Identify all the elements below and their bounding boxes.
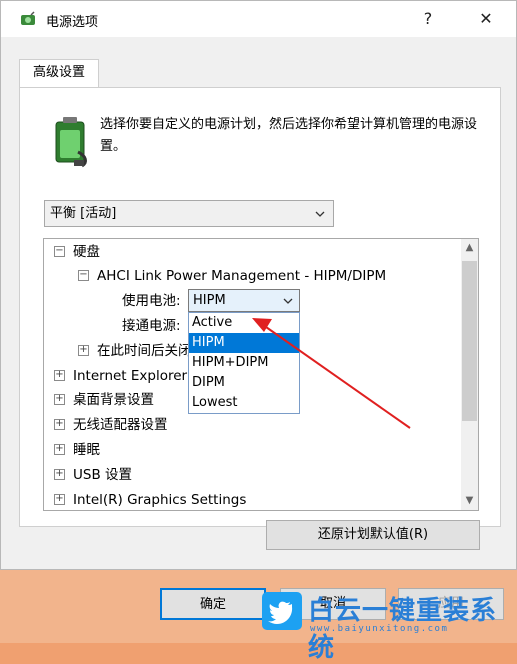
power-plan-value: 平衡 [活动] [50, 206, 117, 221]
help-button[interactable]: ? [405, 1, 451, 37]
chevron-down-icon [315, 211, 325, 217]
description-text: 选择你要自定义的电源计划，然后选择你希望计算机管理的电源设置。 [100, 117, 478, 154]
scrollbar-thumb[interactable] [462, 261, 477, 421]
tree-item-desktop-background[interactable]: + 桌面背景设置 [54, 389, 154, 411]
battery-setting-select[interactable]: HIPM [188, 289, 300, 312]
expand-icon[interactable]: + [54, 443, 65, 455]
window-title: 电源选项 [46, 15, 99, 30]
advanced-settings-panel: 选择你要自定义的电源计划，然后选择你希望计算机管理的电源设置。 平衡 [活动] … [19, 87, 501, 550]
expand-icon[interactable]: + [54, 369, 65, 381]
scroll-down-icon[interactable]: ▼ [461, 492, 478, 510]
tree-item-hard-disk[interactable]: − 硬盘 [54, 241, 100, 263]
tree-item-ahci-lpm[interactable]: − AHCI Link Power Management - HIPM/DIPM [78, 265, 386, 287]
tree-item-internet-explorer[interactable]: + Internet Explorer [54, 365, 187, 387]
expand-icon[interactable]: + [78, 344, 89, 356]
battery-power-icon [55, 117, 87, 168]
power-plan-select[interactable]: 平衡 [活动] [44, 200, 334, 227]
tab-strip: 高级设置 [19, 59, 499, 88]
battery-setting-value: HIPM [193, 293, 226, 308]
tree-item-on-battery: 使用电池: [122, 293, 181, 309]
battery-setting-dropdown[interactable]: Active HIPM HIPM+DIPM DIPM Lowest [188, 312, 300, 414]
tab-advanced-settings[interactable]: 高级设置 [19, 59, 99, 88]
watermark-url: www.baiyunxitong.com [310, 624, 449, 634]
tree-item-wireless-adapter[interactable]: + 无线适配器设置 [54, 414, 168, 436]
tree-item-usb-settings[interactable]: + USB 设置 [54, 464, 132, 486]
power-options-dialog: 电源选项 ? ✕ 高级设置 选择你要自定义的电源计划，然后选择你希望计算机管理的… [0, 0, 517, 570]
collapse-icon[interactable]: − [54, 245, 65, 257]
tree-scrollbar[interactable]: ▲ ▼ [461, 239, 478, 510]
watermark-logo: 白云一键重装系统 www.baiyunxitong.com [262, 590, 512, 663]
tree-item-sleep[interactable]: + 睡眠 [54, 439, 100, 461]
expand-icon[interactable]: + [54, 493, 65, 505]
title-bar: 电源选项 ? ✕ [1, 1, 516, 37]
dropdown-option-hipm-dipm[interactable]: HIPM+DIPM [189, 353, 299, 373]
tree-item-plugged-in: 接通电源: [122, 318, 181, 334]
restore-defaults-button[interactable]: 还原计划默认值(R) [266, 520, 480, 550]
settings-tree[interactable]: − 硬盘 − AHCI Link Power Management - HIPM/D… [43, 238, 479, 511]
chevron-down-icon [283, 298, 293, 304]
expand-icon[interactable]: + [54, 418, 65, 430]
twitter-bird-icon [262, 592, 302, 630]
scroll-up-icon[interactable]: ▲ [461, 239, 478, 257]
dropdown-option-active[interactable]: Active [189, 313, 299, 333]
power-options-icon [21, 11, 35, 25]
expand-icon[interactable]: + [54, 393, 65, 405]
dropdown-option-lowest[interactable]: Lowest [189, 393, 299, 413]
dropdown-option-hipm[interactable]: HIPM [189, 333, 299, 353]
expand-icon[interactable]: + [54, 468, 65, 480]
close-button[interactable]: ✕ [463, 1, 509, 37]
dropdown-option-dipm[interactable]: DIPM [189, 373, 299, 393]
ok-button[interactable]: 确定 [160, 588, 266, 620]
collapse-icon[interactable]: − [78, 269, 89, 281]
tree-item-intel-graphics[interactable]: + Intel(R) Graphics Settings [54, 489, 246, 510]
